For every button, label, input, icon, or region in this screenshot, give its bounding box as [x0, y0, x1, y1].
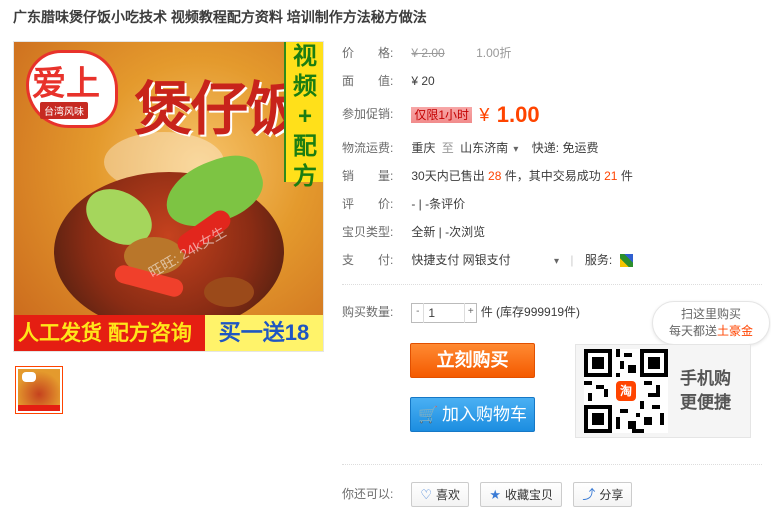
service-icon[interactable] [619, 254, 633, 268]
promo-row: 参加促销: 仅限1小时 ¥ 1.00 [342, 99, 540, 129]
qr-caption-line2: 更便捷 [680, 393, 731, 412]
shipping-row: 物流运费: 重庆 至 山东济南 ▾ 快递: 免运费 [342, 138, 598, 158]
sales-sold-count: 28 [488, 169, 502, 183]
like-label: 喜欢 [436, 488, 461, 503]
sales-label: 销 量: [342, 169, 394, 183]
stock-text: 件 (库存999919件) [480, 305, 581, 319]
shipping-from: 重庆 [411, 141, 436, 155]
share-label: 你还可以: [342, 487, 394, 501]
quantity-label: 购买数量: [342, 305, 394, 319]
like-button[interactable]: ♡ 喜欢 [411, 482, 470, 508]
promo-currency: ¥ [479, 104, 490, 125]
section-divider [342, 284, 762, 285]
image-title: 煲仔饭 [134, 75, 304, 143]
promo-label: 参加促销: [342, 107, 394, 121]
taobao-logo-icon: 淘 [616, 381, 636, 401]
discount-rate: 1.00折 [476, 46, 512, 60]
buy-now-button[interactable]: 立刻购买 [410, 343, 535, 378]
shipping-label: 物流运费: [342, 141, 394, 155]
share-button[interactable]: ⤴ 分享 [573, 482, 633, 508]
original-price: ¥ 2.00 [411, 46, 445, 60]
bubble-line1: 扫这里购买 [680, 307, 741, 321]
share-button-label: 分享 [599, 488, 624, 503]
meat-piece [204, 277, 254, 307]
review-label: 评 价: [342, 197, 394, 211]
thumbnail-image [18, 369, 60, 411]
payment-row: 支 付: 快捷支付 网银支付 ▾ | 服务: [342, 250, 633, 270]
add-to-cart-label: 加入购物车 [441, 405, 527, 424]
share-row: 你还可以: ♡ 喜欢 ★ 收藏宝贝 ⤴ 分享 [342, 481, 640, 508]
brand-logo-sub: 台湾风味 [40, 102, 88, 119]
price-row: 价 格: ¥ 2.00 1.00折 [342, 43, 511, 63]
favorite-button[interactable]: ★ 收藏宝贝 [480, 482, 563, 508]
divider: | [570, 253, 574, 267]
payment-methods: 快捷支付 网银支付 [411, 253, 511, 267]
bubble-line2: 每天都送土豪金 [653, 323, 769, 340]
review-row: 评 价: - | -条评价 [342, 194, 465, 214]
mobile-promo-bubble: 扫这里购买 每天都送土豪金 [652, 301, 770, 345]
type-value: 全新 | -次浏览 [411, 225, 486, 239]
sales-mid: 件，其中交易成功 [504, 169, 601, 183]
qr-code-icon[interactable]: 淘 [584, 349, 668, 433]
product-main-image[interactable]: 爱上 台湾风味 煲仔饭 视 频 + 配 方 旺旺: 24k女生 人工发货 配方咨… [13, 41, 324, 352]
qr-caption-line1: 手机购 [680, 369, 731, 388]
shipping-method: 快递: 免运费 [531, 141, 599, 155]
chevron-down-icon[interactable]: ▾ [513, 144, 518, 155]
sales-success-count: 21 [604, 169, 618, 183]
shipping-destination[interactable]: 山东济南 [460, 141, 508, 155]
chevron-down-icon[interactable]: ▾ [554, 256, 559, 267]
bubble-line2-prefix: 每天都送 [668, 324, 717, 338]
image-vertical-label: 视 频 + 配 方 [284, 42, 323, 190]
face-value: ¥ 20 [411, 74, 435, 88]
face-value-label: 面 值: [342, 74, 394, 88]
review-value[interactable]: - | -条评价 [411, 197, 465, 211]
quantity-increment-button[interactable]: + [464, 302, 476, 323]
product-thumbnail[interactable] [15, 366, 63, 414]
image-banner-right: 买一送18 [205, 315, 323, 351]
service-label: 服务: [584, 253, 613, 267]
star-icon: ★ [489, 487, 502, 503]
quantity-row: 购买数量: - + 件 (库存999919件) [342, 301, 580, 323]
face-value-row: 面 值: ¥ 20 [342, 71, 435, 91]
brand-logo-text: 爱上 [32, 64, 100, 104]
sales-row: 销 量: 30天内已售出 28 件，其中交易成功 21 件 [342, 166, 633, 186]
quantity-stepper[interactable]: - + [411, 302, 478, 323]
qr-caption: 手机购 更便捷 [680, 367, 731, 415]
product-title: 广东腊味煲仔饭小吃技术 视频教程配方资料 培训制作方法秘方做法 [13, 9, 427, 25]
quantity-decrement-button[interactable]: - [412, 302, 425, 323]
add-to-cart-button[interactable]: 🛒 加入购物车 [410, 397, 535, 432]
promo-price: 1.00 [496, 101, 540, 127]
image-banner-left: 人工发货 配方咨询 [18, 322, 192, 345]
promo-tag: 仅限1小时 [411, 106, 473, 123]
cart-icon: 🛒 [418, 407, 438, 424]
favorite-label: 收藏宝贝 [505, 488, 554, 503]
payment-label: 支 付: [342, 253, 394, 267]
heart-icon: ♡ [420, 487, 432, 503]
price-label: 价 格: [342, 46, 394, 60]
type-label: 宝贝类型: [342, 225, 394, 239]
shipping-separator: 至 [441, 141, 454, 155]
sales-suffix: 件 [620, 169, 633, 183]
bubble-line2-highlight: 土豪金 [717, 324, 754, 338]
type-row: 宝贝类型: 全新 | -次浏览 [342, 222, 485, 242]
share-icon: ⤴ [582, 487, 596, 503]
mobile-qr-panel[interactable]: 淘 手机购 更便捷 [575, 344, 751, 438]
quantity-input[interactable] [426, 303, 465, 322]
section-divider [342, 464, 762, 465]
sales-prefix: 30天内已售出 [411, 169, 485, 183]
